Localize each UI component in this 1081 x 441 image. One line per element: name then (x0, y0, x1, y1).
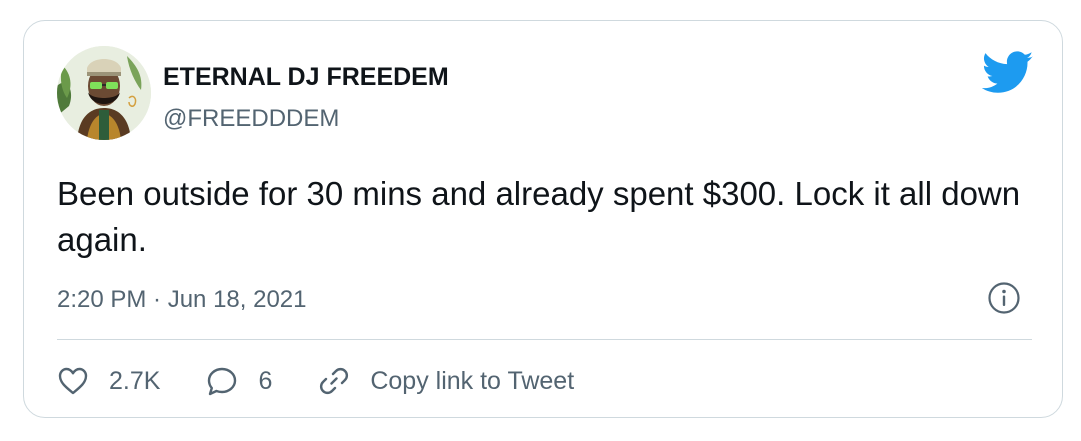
reply-button[interactable]: 6 (206, 366, 272, 396)
avatar[interactable] (57, 46, 151, 140)
tweet-card[interactable]: ETERNAL DJ FREEDEM @FREEDDDEM Been outsi… (23, 20, 1063, 418)
divider (57, 339, 1032, 340)
tweet-text: Been outside for 30 mins and already spe… (57, 175, 1021, 258)
reply-count: 6 (258, 366, 273, 395)
like-button[interactable]: 2.7K (57, 366, 160, 396)
copy-link-label: Copy link to Tweet (370, 366, 575, 395)
author-display-name[interactable]: ETERNAL DJ FREEDEM (163, 63, 449, 92)
twitter-bird-icon[interactable] (982, 51, 1034, 95)
heart-icon (58, 367, 88, 395)
reply-bubble-icon (208, 367, 237, 396)
like-count: 2.7K (109, 366, 161, 395)
avatar-portrait-icon (57, 46, 151, 140)
copy-link-button[interactable]: Copy link to Tweet (318, 365, 574, 397)
info-icon[interactable] (987, 281, 1021, 315)
link-icon (320, 367, 349, 395)
tweet-actions: 2.7K 6 Copy link to Tweet (57, 361, 574, 401)
author-handle[interactable]: @FREEDDDEM (163, 105, 339, 133)
tweet-timestamp[interactable]: 2:20 PM · Jun 18, 2021 (57, 286, 307, 314)
